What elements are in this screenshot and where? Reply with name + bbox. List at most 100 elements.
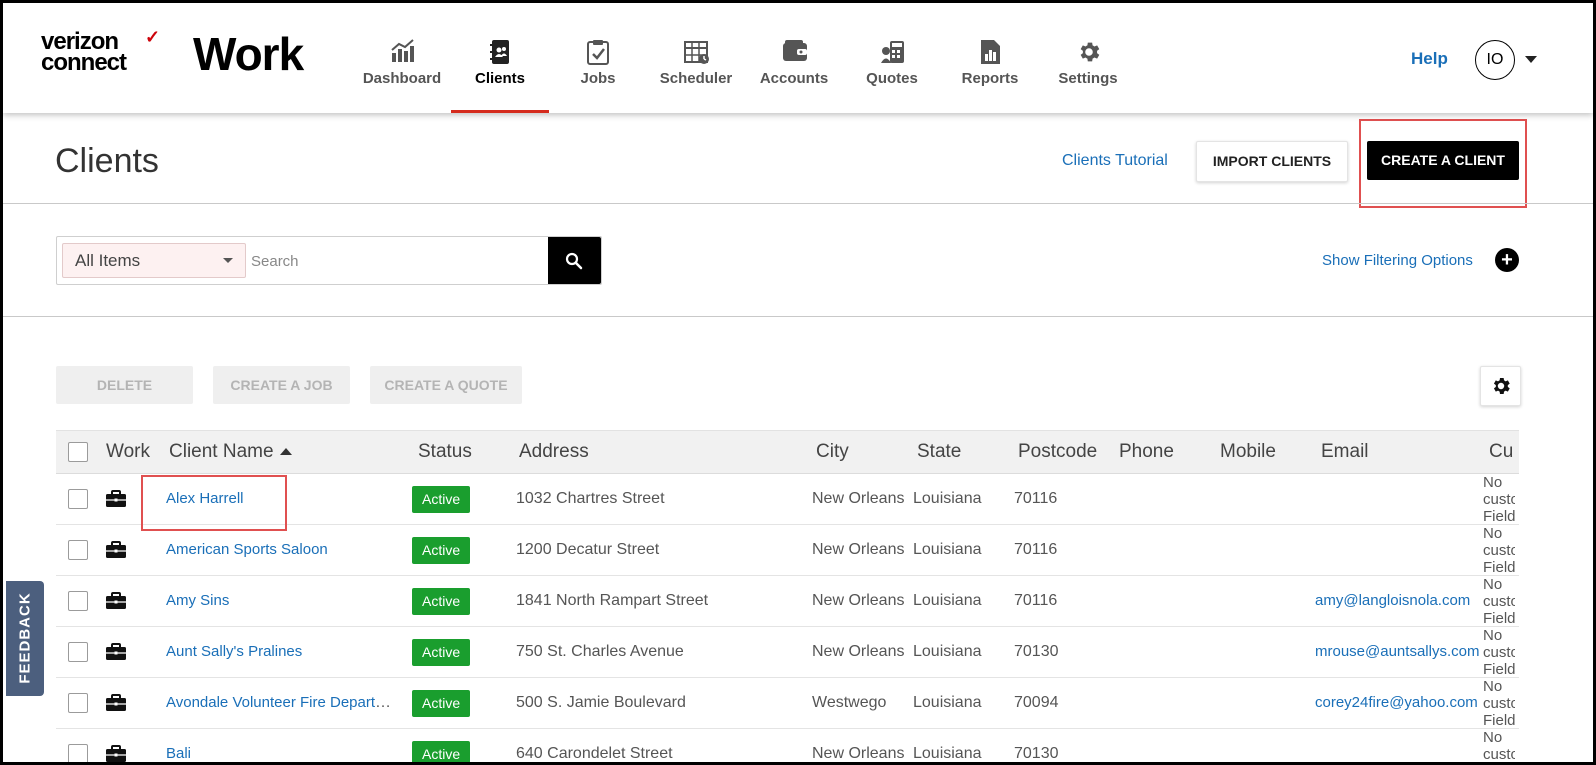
- table-row[interactable]: Avondale Volunteer Fire Department Active…: [56, 678, 1519, 729]
- help-link[interactable]: Help: [1411, 49, 1448, 69]
- header-custom-fields[interactable]: Cu: [1481, 431, 1519, 474]
- row-checkbox[interactable]: [68, 540, 88, 560]
- nav-clients[interactable]: Clients: [451, 3, 549, 113]
- client-name-cell: American Sports Saloon: [164, 525, 412, 576]
- items-filter-select[interactable]: All Items: [62, 243, 246, 278]
- import-clients-button[interactable]: IMPORT CLIENTS: [1196, 141, 1348, 182]
- create-job-button[interactable]: CREATE A JOB: [213, 366, 350, 404]
- client-name-cell: Aunt Sally's Pralines: [164, 627, 412, 678]
- status-badge: Active: [412, 638, 471, 666]
- header-postcode[interactable]: Postcode: [1010, 431, 1111, 474]
- row-checkbox[interactable]: [68, 693, 88, 713]
- custom-fields-text: No custom Fields: [1483, 576, 1515, 626]
- email-link[interactable]: corey24fire@yahoo.com: [1315, 694, 1478, 711]
- plus-circle-icon[interactable]: +: [1495, 248, 1519, 272]
- address-cell: 1200 Decatur Street: [516, 541, 660, 558]
- nav-dashboard-label: Dashboard: [362, 70, 442, 87]
- nav-quotes[interactable]: Quotes: [843, 3, 941, 113]
- nav-settings-label: Settings: [1058, 70, 1118, 87]
- search-icon: [565, 252, 583, 270]
- header-city[interactable]: City: [808, 431, 909, 474]
- work-cell: [101, 729, 164, 763]
- row-checkbox[interactable]: [68, 489, 88, 509]
- custom-fields-cell: No custom Fields: [1481, 678, 1519, 729]
- row-checkbox[interactable]: [68, 642, 88, 662]
- briefcase-icon[interactable]: [105, 693, 127, 712]
- custom-fields-text: No custom Fields: [1483, 729, 1515, 763]
- work-cell: [101, 576, 164, 627]
- briefcase-icon[interactable]: [105, 540, 127, 559]
- client-name-link[interactable]: Bali: [166, 745, 191, 762]
- custom-fields-text: No custom Fields: [1483, 525, 1515, 575]
- custom-fields-cell: No custom Fields: [1481, 474, 1519, 525]
- header-state[interactable]: State: [909, 431, 1010, 474]
- user-avatar[interactable]: IO: [1475, 40, 1515, 80]
- client-name-link[interactable]: Aunt Sally's Pralines: [166, 643, 302, 660]
- show-filtering-options-link[interactable]: Show Filtering Options: [1322, 252, 1473, 269]
- nav-accounts[interactable]: Accounts: [745, 3, 843, 113]
- table-settings-button[interactable]: [1480, 366, 1521, 406]
- table-row[interactable]: Amy Sins Active 1841 North Rampart Street N…: [56, 576, 1519, 627]
- header-client-name[interactable]: Client Name: [164, 431, 412, 474]
- header-work[interactable]: Work: [101, 431, 164, 474]
- city-cell: Westwego: [812, 694, 887, 711]
- status-cell: Active: [412, 525, 512, 576]
- delete-button[interactable]: DELETE: [56, 366, 193, 404]
- highlight-box: [1359, 119, 1527, 208]
- client-name-cell: Bali: [164, 729, 412, 762]
- status-badge: Active: [412, 587, 471, 615]
- mobile-cell: [1212, 525, 1313, 576]
- client-name-link[interactable]: Amy Sins: [166, 592, 229, 609]
- nav-dashboard[interactable]: Dashboard: [353, 3, 451, 113]
- state-cell: Louisiana: [913, 694, 982, 711]
- verizon-connect-logo[interactable]: verizon ✓ connect: [41, 27, 161, 77]
- briefcase-icon[interactable]: [105, 489, 127, 508]
- chevron-down-icon[interactable]: [1525, 56, 1537, 63]
- header-status[interactable]: Status: [412, 431, 512, 474]
- city-cell: New Orleans: [812, 541, 905, 558]
- select-all-checkbox[interactable]: [68, 441, 88, 462]
- email-link[interactable]: mrouse@auntsallys.com: [1315, 643, 1479, 660]
- briefcase-icon[interactable]: [105, 591, 127, 610]
- create-quote-button[interactable]: CREATE A QUOTE: [370, 366, 522, 404]
- postcode-cell: 70116: [1014, 490, 1058, 507]
- nav-scheduler-label: Scheduler: [659, 70, 733, 87]
- custom-fields-text: No custom Fields: [1483, 474, 1515, 524]
- custom-fields-cell: No custom Fields: [1481, 729, 1519, 763]
- row-checkbox[interactable]: [68, 591, 88, 611]
- phone-cell: [1111, 729, 1212, 763]
- header-mobile[interactable]: Mobile: [1212, 431, 1313, 474]
- divider: [3, 316, 1593, 317]
- nav-reports[interactable]: Reports: [941, 3, 1039, 113]
- search-input[interactable]: [249, 244, 543, 279]
- header-email[interactable]: Email: [1313, 431, 1481, 474]
- nav-settings[interactable]: Settings: [1039, 3, 1137, 113]
- logo-line2: connect: [41, 49, 127, 76]
- header-phone[interactable]: Phone: [1111, 431, 1212, 474]
- nav-jobs[interactable]: Jobs: [549, 3, 647, 113]
- state-cell: Louisiana: [913, 592, 982, 609]
- accounts-icon: [783, 40, 807, 61]
- clients-tutorial-link[interactable]: Clients Tutorial: [1062, 152, 1168, 170]
- search-button[interactable]: [548, 237, 601, 284]
- client-name-link[interactable]: Avondale Volunteer Fire Department: [166, 694, 408, 711]
- row-checkbox[interactable]: [68, 744, 88, 762]
- table-row[interactable]: Aunt Sally's Pralines Active 750 St. Charl…: [56, 627, 1519, 678]
- nav-scheduler[interactable]: Scheduler: [647, 3, 745, 113]
- client-name-link[interactable]: American Sports Saloon: [166, 541, 328, 558]
- nav-reports-label: Reports: [961, 70, 1019, 87]
- table-row[interactable]: Bali Active 640 Carondelet Street New Orlea…: [56, 729, 1519, 763]
- briefcase-icon[interactable]: [105, 642, 127, 661]
- divider: [3, 203, 1593, 204]
- postcode-cell: 70130: [1014, 643, 1059, 660]
- mobile-cell: [1212, 474, 1313, 525]
- email-cell: amy@langloisnola.com: [1313, 576, 1481, 627]
- caret-down-icon: [223, 258, 233, 263]
- highlight-box: [141, 475, 287, 531]
- header-address[interactable]: Address: [512, 431, 808, 474]
- briefcase-icon[interactable]: [105, 744, 127, 763]
- feedback-tab[interactable]: FEEDBACK: [6, 581, 44, 696]
- custom-fields-cell: No custom Fields: [1481, 525, 1519, 576]
- table-row[interactable]: American Sports Saloon Active 1200 Decatur…: [56, 525, 1519, 576]
- email-link[interactable]: amy@langloisnola.com: [1315, 592, 1470, 609]
